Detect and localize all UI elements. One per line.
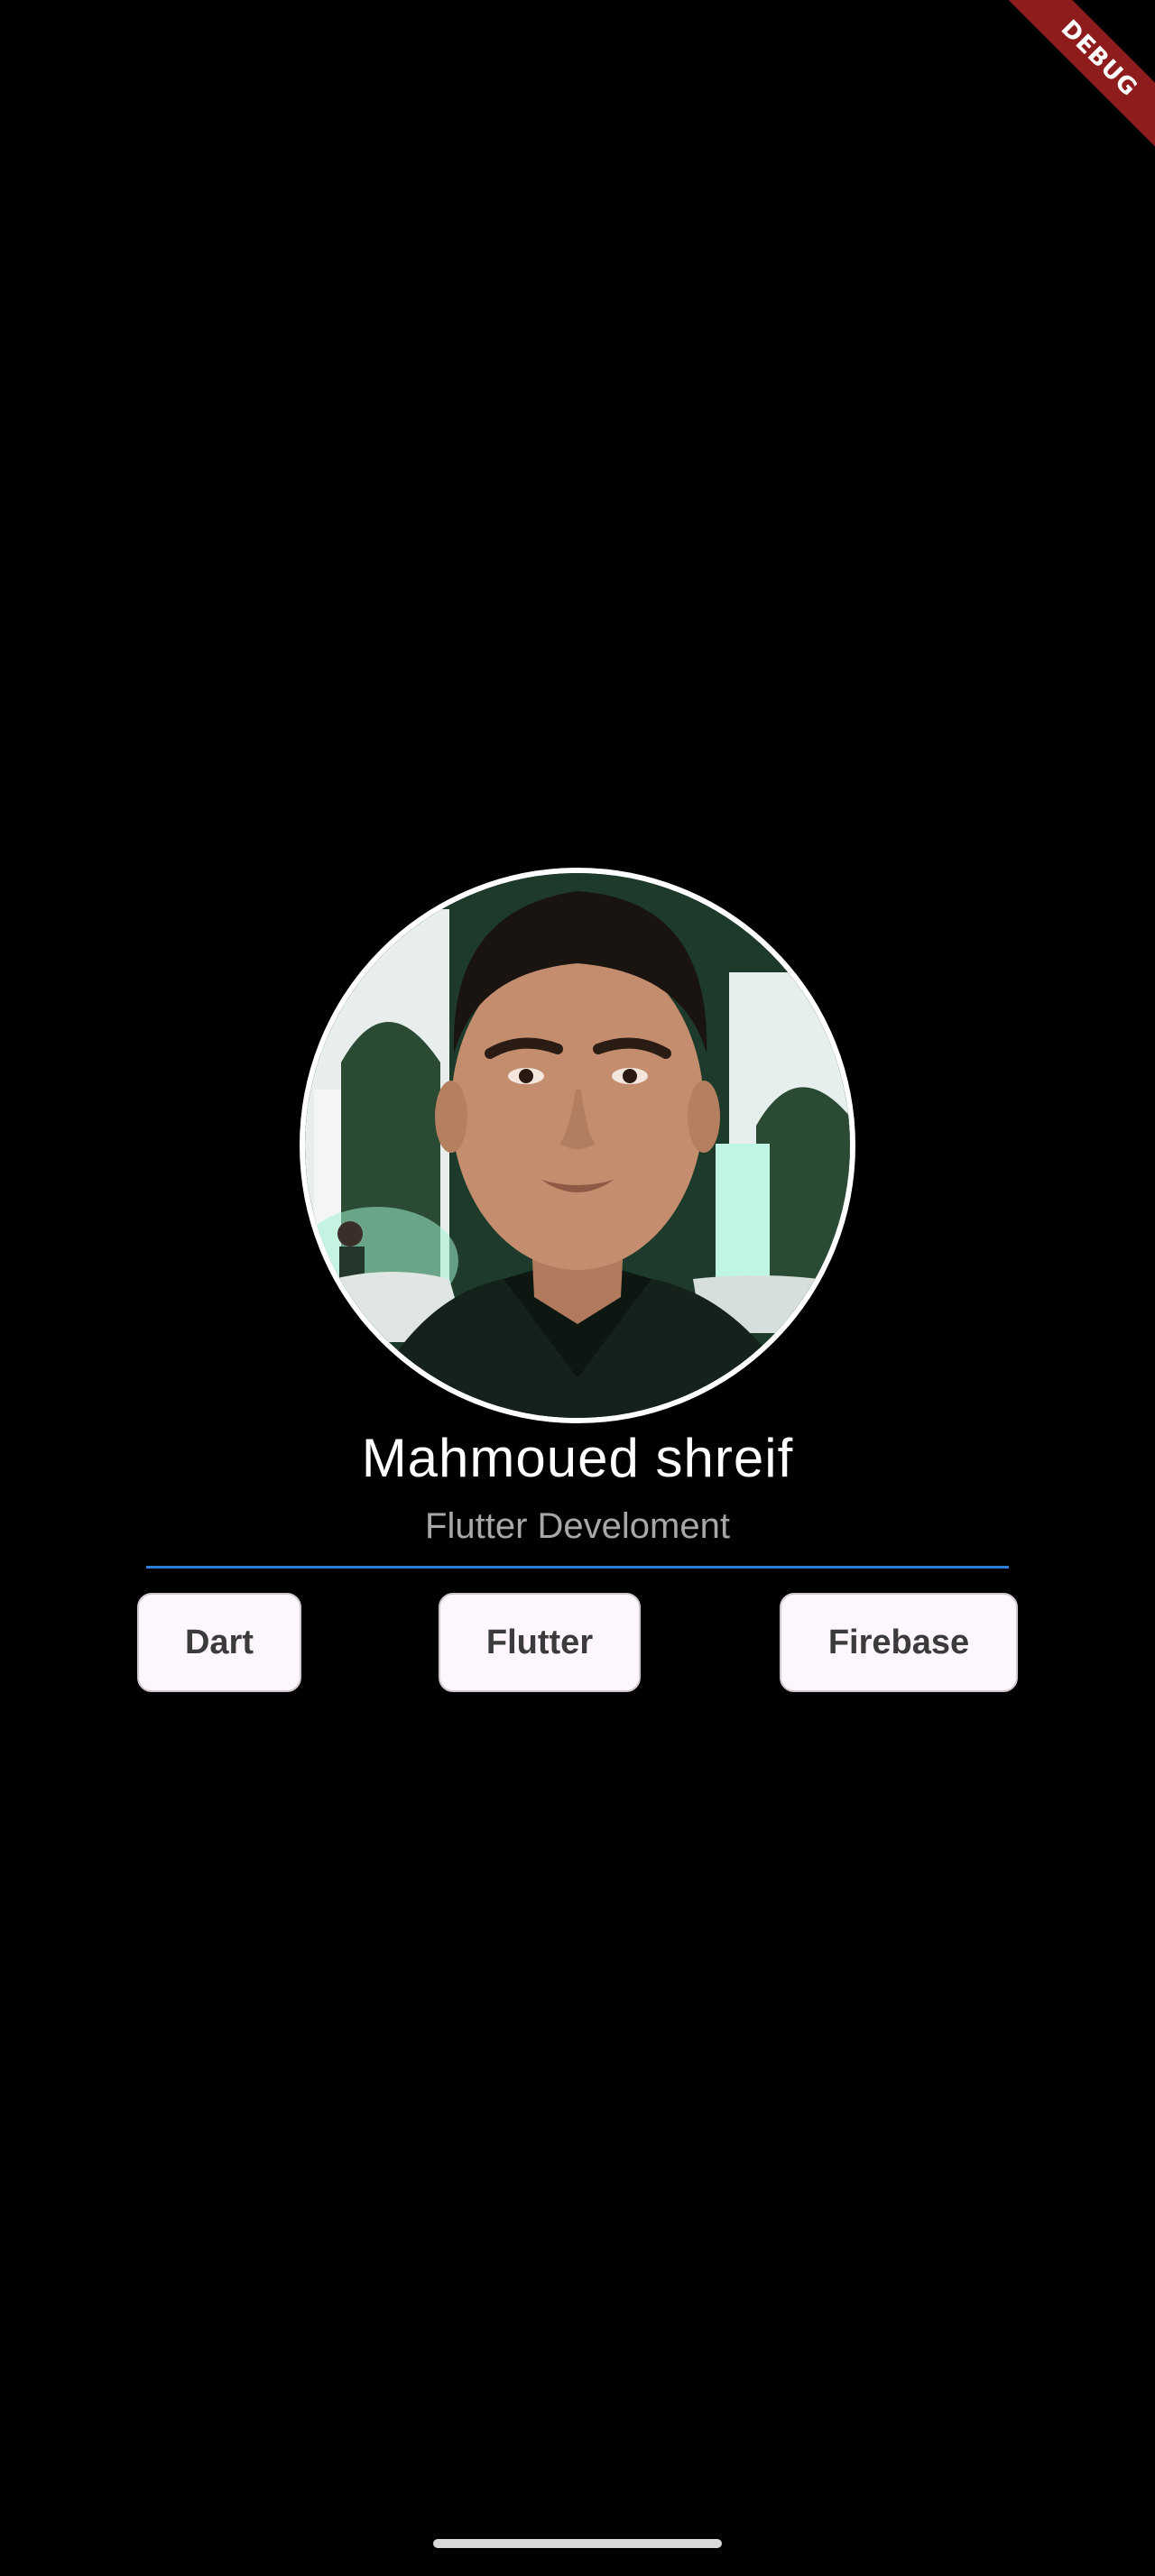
- skill-chip-dart[interactable]: Dart: [137, 1593, 301, 1692]
- profile-photo-icon: [305, 873, 850, 1418]
- skill-chip-flutter[interactable]: Flutter: [439, 1593, 641, 1692]
- profile-title: Flutter Develoment: [425, 1506, 730, 1546]
- profile-screen: DEBUG Mahmoued shreif Flutter Develoment…: [0, 0, 1155, 2576]
- skill-chip-firebase[interactable]: Firebase: [780, 1593, 1018, 1692]
- debug-banner: DEBUG: [975, 0, 1155, 180]
- divider: [146, 1566, 1009, 1569]
- profile-name: Mahmoued shreif: [361, 1428, 794, 1488]
- avatar: [300, 868, 855, 1423]
- debug-banner-label: DEBUG: [981, 0, 1155, 177]
- home-indicator[interactable]: [433, 2539, 722, 2548]
